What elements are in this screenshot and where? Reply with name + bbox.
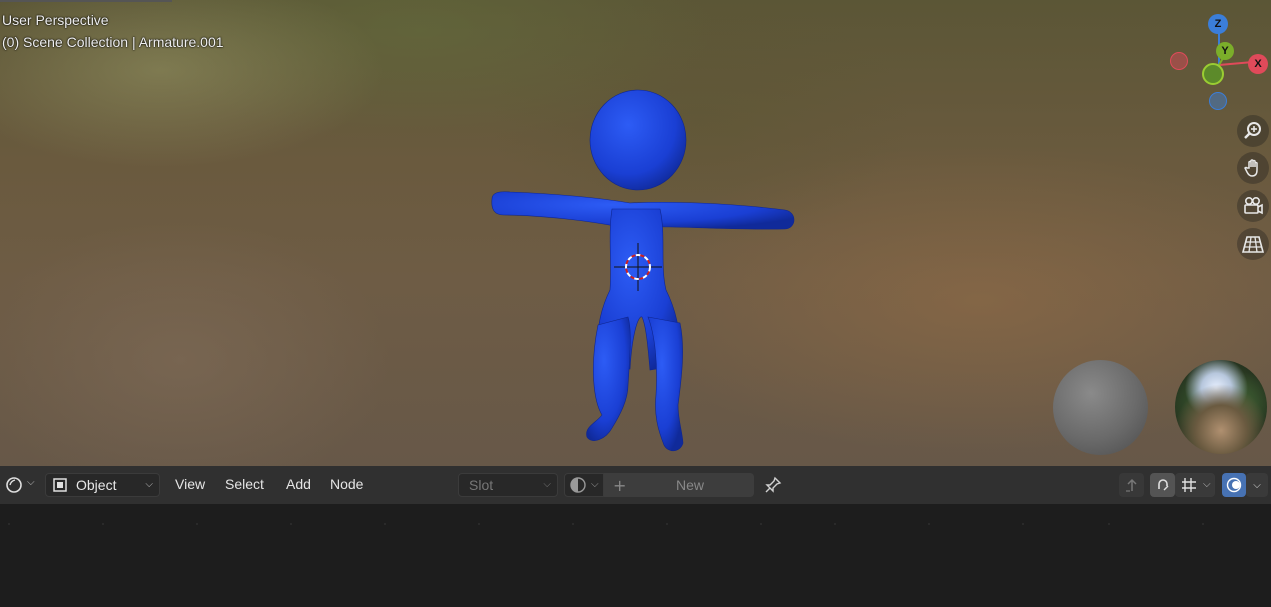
object-mode-icon bbox=[53, 478, 67, 492]
navigation-gizmo[interactable]: Z Y X bbox=[1160, 10, 1270, 110]
node-editor-canvas[interactable] bbox=[0, 504, 1271, 607]
material-sphere-icon bbox=[570, 477, 586, 493]
pin-button[interactable] bbox=[760, 473, 786, 497]
grid-dot bbox=[384, 523, 386, 525]
mode-label: Object bbox=[76, 477, 117, 493]
y-negative-axis-ball[interactable] bbox=[1202, 63, 1224, 85]
material-browse-button[interactable]: ⌵ bbox=[564, 473, 604, 497]
menu-add[interactable]: Add bbox=[286, 476, 311, 492]
perspective-label: User Perspective bbox=[2, 12, 109, 28]
grid-dot bbox=[8, 523, 10, 525]
menu-view[interactable]: View bbox=[175, 476, 205, 492]
menu-node[interactable]: Node bbox=[330, 476, 363, 492]
parent-node-button[interactable] bbox=[1119, 473, 1144, 497]
pin-icon bbox=[765, 476, 782, 493]
grid-dot bbox=[928, 523, 930, 525]
editor-type-button[interactable]: ⌵ bbox=[2, 473, 40, 497]
y-axis-ball[interactable]: Y bbox=[1216, 42, 1234, 60]
grid-dot bbox=[760, 523, 762, 525]
x-axis-ball[interactable]: X bbox=[1248, 54, 1268, 74]
chevron-down-icon: ⌵ bbox=[543, 479, 551, 490]
chevron-down-icon: ⌵ bbox=[27, 477, 35, 488]
grid-perspective-icon[interactable] bbox=[1237, 228, 1269, 260]
grid-dot bbox=[834, 523, 836, 525]
x-negative-axis-ball[interactable] bbox=[1170, 52, 1188, 70]
chevron-down-icon: ⌵ bbox=[1253, 479, 1261, 491]
parent-icon bbox=[1125, 478, 1137, 492]
z-negative-axis-ball[interactable] bbox=[1209, 92, 1227, 110]
grid-dot bbox=[1022, 523, 1024, 525]
grid-dot bbox=[196, 523, 198, 525]
grid-dot bbox=[478, 523, 480, 525]
slot-label: Slot bbox=[469, 477, 494, 493]
new-label: New bbox=[676, 477, 705, 493]
snap-icon bbox=[1157, 479, 1168, 491]
snap-toggle[interactable] bbox=[1150, 473, 1175, 497]
grid-dot bbox=[1202, 523, 1204, 525]
new-material-button[interactable]: + New bbox=[604, 473, 754, 497]
3d-viewport[interactable]: User Perspective (0) Scene Collection | … bbox=[0, 0, 1271, 466]
grid-dot bbox=[102, 523, 104, 525]
hand-pan-icon[interactable] bbox=[1237, 152, 1269, 184]
blue-figure[interactable] bbox=[480, 85, 810, 455]
grid-dot bbox=[666, 523, 668, 525]
chevron-down-icon: ⌵ bbox=[1203, 479, 1211, 490]
chevron-down-icon: ⌵ bbox=[591, 479, 599, 490]
top-divider bbox=[0, 0, 172, 2]
plus-icon: + bbox=[613, 475, 627, 495]
menu-select[interactable]: Select bbox=[225, 476, 264, 492]
chevron-down-icon: ⌵ bbox=[145, 479, 153, 490]
overlay-toggle[interactable] bbox=[1222, 473, 1246, 497]
collection-label: (0) Scene Collection | Armature.001 bbox=[2, 34, 224, 50]
hdri-sphere bbox=[1175, 360, 1267, 454]
grid-dot bbox=[1108, 523, 1110, 525]
overlay-dropdown[interactable]: ⌵ bbox=[1246, 473, 1268, 497]
grid-dot bbox=[572, 523, 574, 525]
mode-dropdown[interactable]: Object ⌵ bbox=[45, 473, 160, 497]
zoom-icon[interactable] bbox=[1237, 115, 1269, 147]
grid-icon bbox=[1182, 478, 1196, 492]
z-axis-ball[interactable]: Z bbox=[1208, 14, 1228, 34]
node-editor-header: ⌵ Object ⌵ View Select Add Node Slot ⌵ ⌵… bbox=[0, 466, 1271, 504]
matcap-sphere bbox=[1053, 360, 1148, 455]
snap-mode-dropdown[interactable]: ⌵ bbox=[1175, 473, 1215, 497]
camera-icon[interactable] bbox=[1237, 190, 1269, 222]
slot-dropdown[interactable]: Slot ⌵ bbox=[458, 473, 558, 497]
node-editor-icon bbox=[6, 477, 22, 493]
overlay-icon bbox=[1226, 477, 1242, 493]
grid-dot bbox=[290, 523, 292, 525]
